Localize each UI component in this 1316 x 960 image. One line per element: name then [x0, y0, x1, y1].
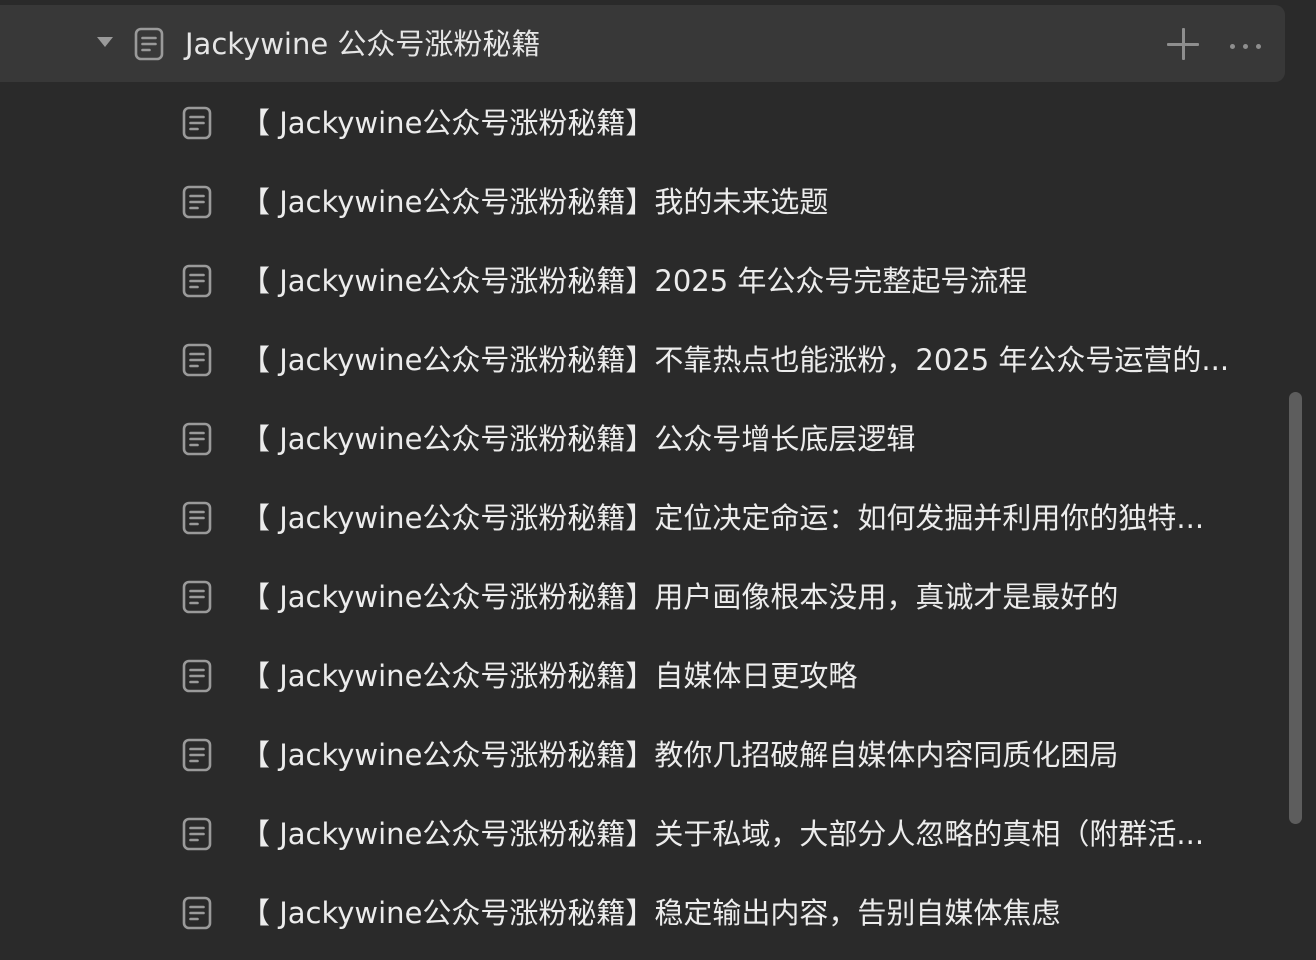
document-icon [182, 896, 212, 930]
more-options-button[interactable] [1228, 42, 1264, 52]
document-icon [182, 106, 212, 140]
child-page-row[interactable]: 【 Jackywine公众号涨粉秘籍】定位决定命运：如何发掘并利用你的独特... [0, 479, 1316, 558]
document-icon [134, 27, 164, 61]
child-page-row[interactable]: 【 Jackywine公众号涨粉秘籍】2025 年公众号完整起号流程 [0, 242, 1316, 321]
child-page-title[interactable]: 【 Jackywine公众号涨粉秘籍】教你几招破解自媒体内容同质化困局 [241, 736, 1267, 774]
child-page-title[interactable]: 【 Jackywine公众号涨粉秘籍】我的未来选题 [241, 183, 1267, 221]
more-dot-icon [1230, 44, 1235, 49]
parent-page-title[interactable]: Jackywine 公众号涨粉秘籍 [185, 26, 540, 62]
document-icon [182, 738, 212, 772]
child-page-row[interactable]: 【 Jackywine公众号涨粉秘籍】 [0, 84, 1316, 163]
document-icon [182, 659, 212, 693]
page-tree: Jackywine 公众号涨粉秘籍 【 Jackywine公众号涨粉秘籍】 【 … [0, 0, 1316, 960]
child-page-title[interactable]: 【 Jackywine公众号涨粉秘籍】关于私域，大部分人忽略的真相（附群活... [241, 815, 1267, 853]
child-page-row[interactable]: 【 Jackywine公众号涨粉秘籍】不靠热点也能涨粉，2025 年公众号运营的… [0, 321, 1316, 400]
caret-down-icon[interactable] [97, 37, 113, 47]
parent-page-row[interactable]: Jackywine 公众号涨粉秘籍 [0, 5, 1285, 82]
child-page-title[interactable]: 【 Jackywine公众号涨粉秘籍】不靠热点也能涨粉，2025 年公众号运营的… [241, 341, 1267, 379]
vertical-scrollbar[interactable] [1289, 392, 1302, 824]
document-icon [182, 185, 212, 219]
child-page-row[interactable]: 【 Jackywine公众号涨粉秘籍】用户画像根本没用，真诚才是最好的 [0, 558, 1316, 637]
add-subpage-button[interactable] [1166, 27, 1200, 61]
child-page-row[interactable]: 【 Jackywine公众号涨粉秘籍】自媒体日更攻略 [0, 637, 1316, 716]
child-page-row[interactable]: 【 Jackywine公众号涨粉秘籍】公众号增长底层逻辑 [0, 400, 1316, 479]
more-dot-icon [1243, 44, 1248, 49]
document-icon [182, 343, 212, 377]
child-page-title[interactable]: 【 Jackywine公众号涨粉秘籍】用户画像根本没用，真诚才是最好的 [241, 578, 1267, 616]
child-page-title[interactable]: 【 Jackywine公众号涨粉秘籍】公众号增长底层逻辑 [241, 420, 1267, 458]
child-page-list: 【 Jackywine公众号涨粉秘籍】 【 Jackywine公众号涨粉秘籍】我… [0, 84, 1316, 953]
child-page-title[interactable]: 【 Jackywine公众号涨粉秘籍】 [241, 104, 1267, 142]
child-page-title[interactable]: 【 Jackywine公众号涨粉秘籍】自媒体日更攻略 [241, 657, 1267, 695]
child-page-row[interactable]: 【 Jackywine公众号涨粉秘籍】关于私域，大部分人忽略的真相（附群活... [0, 795, 1316, 874]
document-icon [182, 580, 212, 614]
more-dot-icon [1256, 44, 1261, 49]
child-page-title[interactable]: 【 Jackywine公众号涨粉秘籍】定位决定命运：如何发掘并利用你的独特... [241, 499, 1267, 537]
document-icon [182, 264, 212, 298]
child-page-title[interactable]: 【 Jackywine公众号涨粉秘籍】稳定输出内容，告别自媒体焦虑 [241, 894, 1267, 932]
document-icon [182, 422, 212, 456]
child-page-title[interactable]: 【 Jackywine公众号涨粉秘籍】2025 年公众号完整起号流程 [241, 262, 1267, 300]
child-page-row[interactable]: 【 Jackywine公众号涨粉秘籍】我的未来选题 [0, 163, 1316, 242]
document-icon [182, 501, 212, 535]
child-page-row[interactable]: 【 Jackywine公众号涨粉秘籍】稳定输出内容，告别自媒体焦虑 [0, 874, 1316, 953]
child-page-row[interactable]: 【 Jackywine公众号涨粉秘籍】教你几招破解自媒体内容同质化困局 [0, 716, 1316, 795]
document-icon [182, 817, 212, 851]
